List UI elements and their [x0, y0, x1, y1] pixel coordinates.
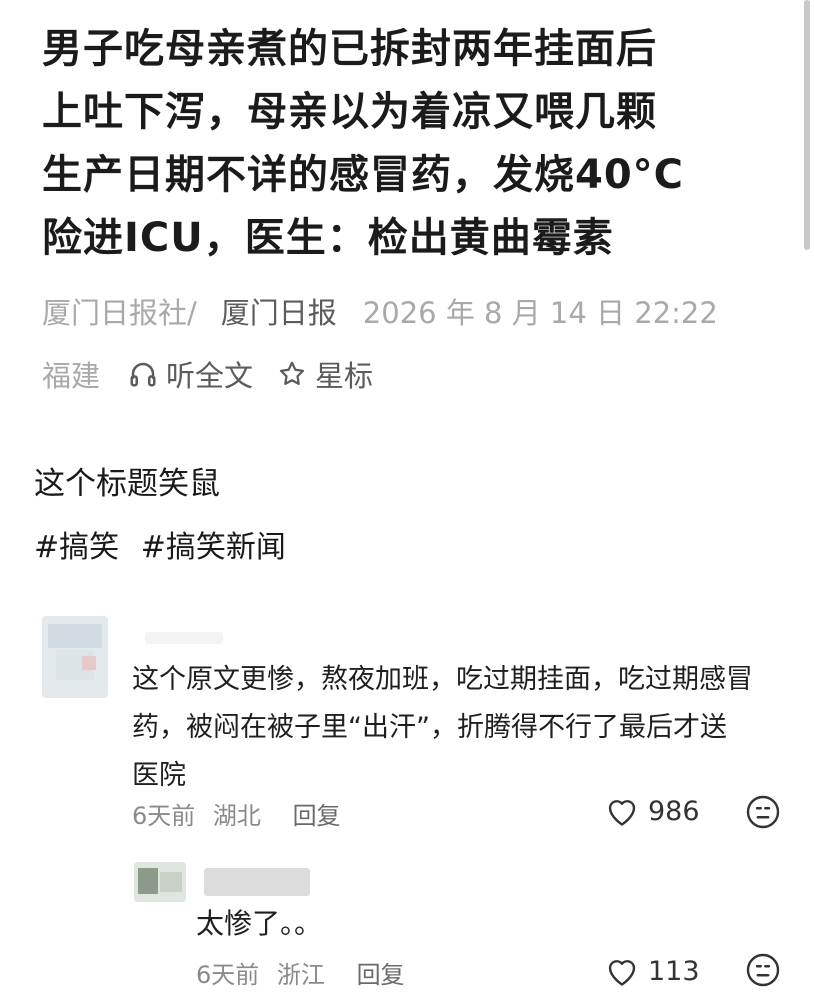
like-count: 986	[648, 795, 700, 827]
sad-face-icon[interactable]	[745, 794, 781, 834]
title-line-1: 男子吃母亲煮的已拆封两年挂面后	[42, 26, 657, 72]
like-button[interactable]: 113	[604, 954, 700, 988]
region-label: 福建	[42, 359, 101, 393]
comment-line: 医院	[132, 760, 186, 791]
like-count: 113	[648, 955, 700, 987]
tag-link[interactable]: #搞笑新闻	[141, 530, 286, 565]
comment-meta: 6天前 浙江 回复	[196, 955, 415, 990]
reply-button[interactable]: 回复	[293, 802, 341, 830]
title-line-3: 生产日期不详的感冒药，发烧40°C	[42, 152, 685, 198]
comment-time: 6天前	[132, 802, 196, 830]
title-line-4: 险进ICU，医生：检出黄曲霉素	[42, 215, 614, 261]
comment-time: 6天前	[196, 961, 260, 989]
article-actions: 福建 听全文 星标	[42, 353, 397, 395]
avatar[interactable]	[134, 862, 186, 902]
post-text: 这个标题笑鼠	[34, 466, 220, 502]
article-title: 男子吃母亲煮的已拆封两年挂面后 上吐下泻，母亲以为着凉又喂几颗 生产日期不详的感…	[42, 18, 782, 270]
avatar[interactable]	[42, 616, 108, 698]
star-button[interactable]: 星标	[277, 353, 373, 395]
headphones-icon	[130, 362, 156, 387]
post-tags: #搞笑 #搞笑新闻	[34, 522, 298, 566]
comment-location: 湖北	[212, 802, 261, 830]
tag-link[interactable]: #搞笑	[34, 530, 119, 565]
comment-text: 这个原文更惨，熬夜加班，吃过期挂面，吃过期感冒 药，被闷在被子里“出汗”，折腾得…	[132, 656, 792, 800]
comment-line: 这个原文更惨，熬夜加班，吃过期挂面，吃过期感冒	[132, 664, 753, 695]
like-button[interactable]: 986	[604, 794, 700, 828]
listen-button[interactable]: 听全文	[128, 353, 253, 395]
listen-label: 听全文	[166, 359, 254, 393]
comment-meta: 6天前 湖北 回复	[132, 796, 351, 831]
source-org[interactable]: 厦门日报社/	[42, 290, 197, 332]
reply-text: 太惨了。。	[196, 907, 323, 940]
sad-face-icon[interactable]	[745, 952, 781, 992]
comment-line: 药，被闷在被子里“出汗”，折腾得不行了最后才送	[132, 712, 727, 743]
source-paper[interactable]: 厦门日报	[221, 290, 337, 332]
comment-location: 浙江	[276, 961, 325, 989]
reply-button[interactable]: 回复	[357, 961, 405, 989]
publish-date: 2026 年 8 月 14 日 22:22	[362, 296, 718, 330]
scrollbar[interactable]	[804, 0, 810, 250]
star-label: 星标	[315, 359, 374, 393]
star-icon	[279, 361, 305, 385]
heart-icon	[608, 960, 636, 986]
username-blurred[interactable]	[204, 868, 310, 896]
article-meta: 厦门日报社/ 厦门日报 2026 年 8 月 14 日 22:22	[42, 290, 718, 332]
title-line-2: 上吐下泻，母亲以为着凉又喂几颗	[42, 89, 657, 135]
heart-icon	[608, 800, 636, 826]
username-blurred[interactable]	[145, 632, 223, 644]
